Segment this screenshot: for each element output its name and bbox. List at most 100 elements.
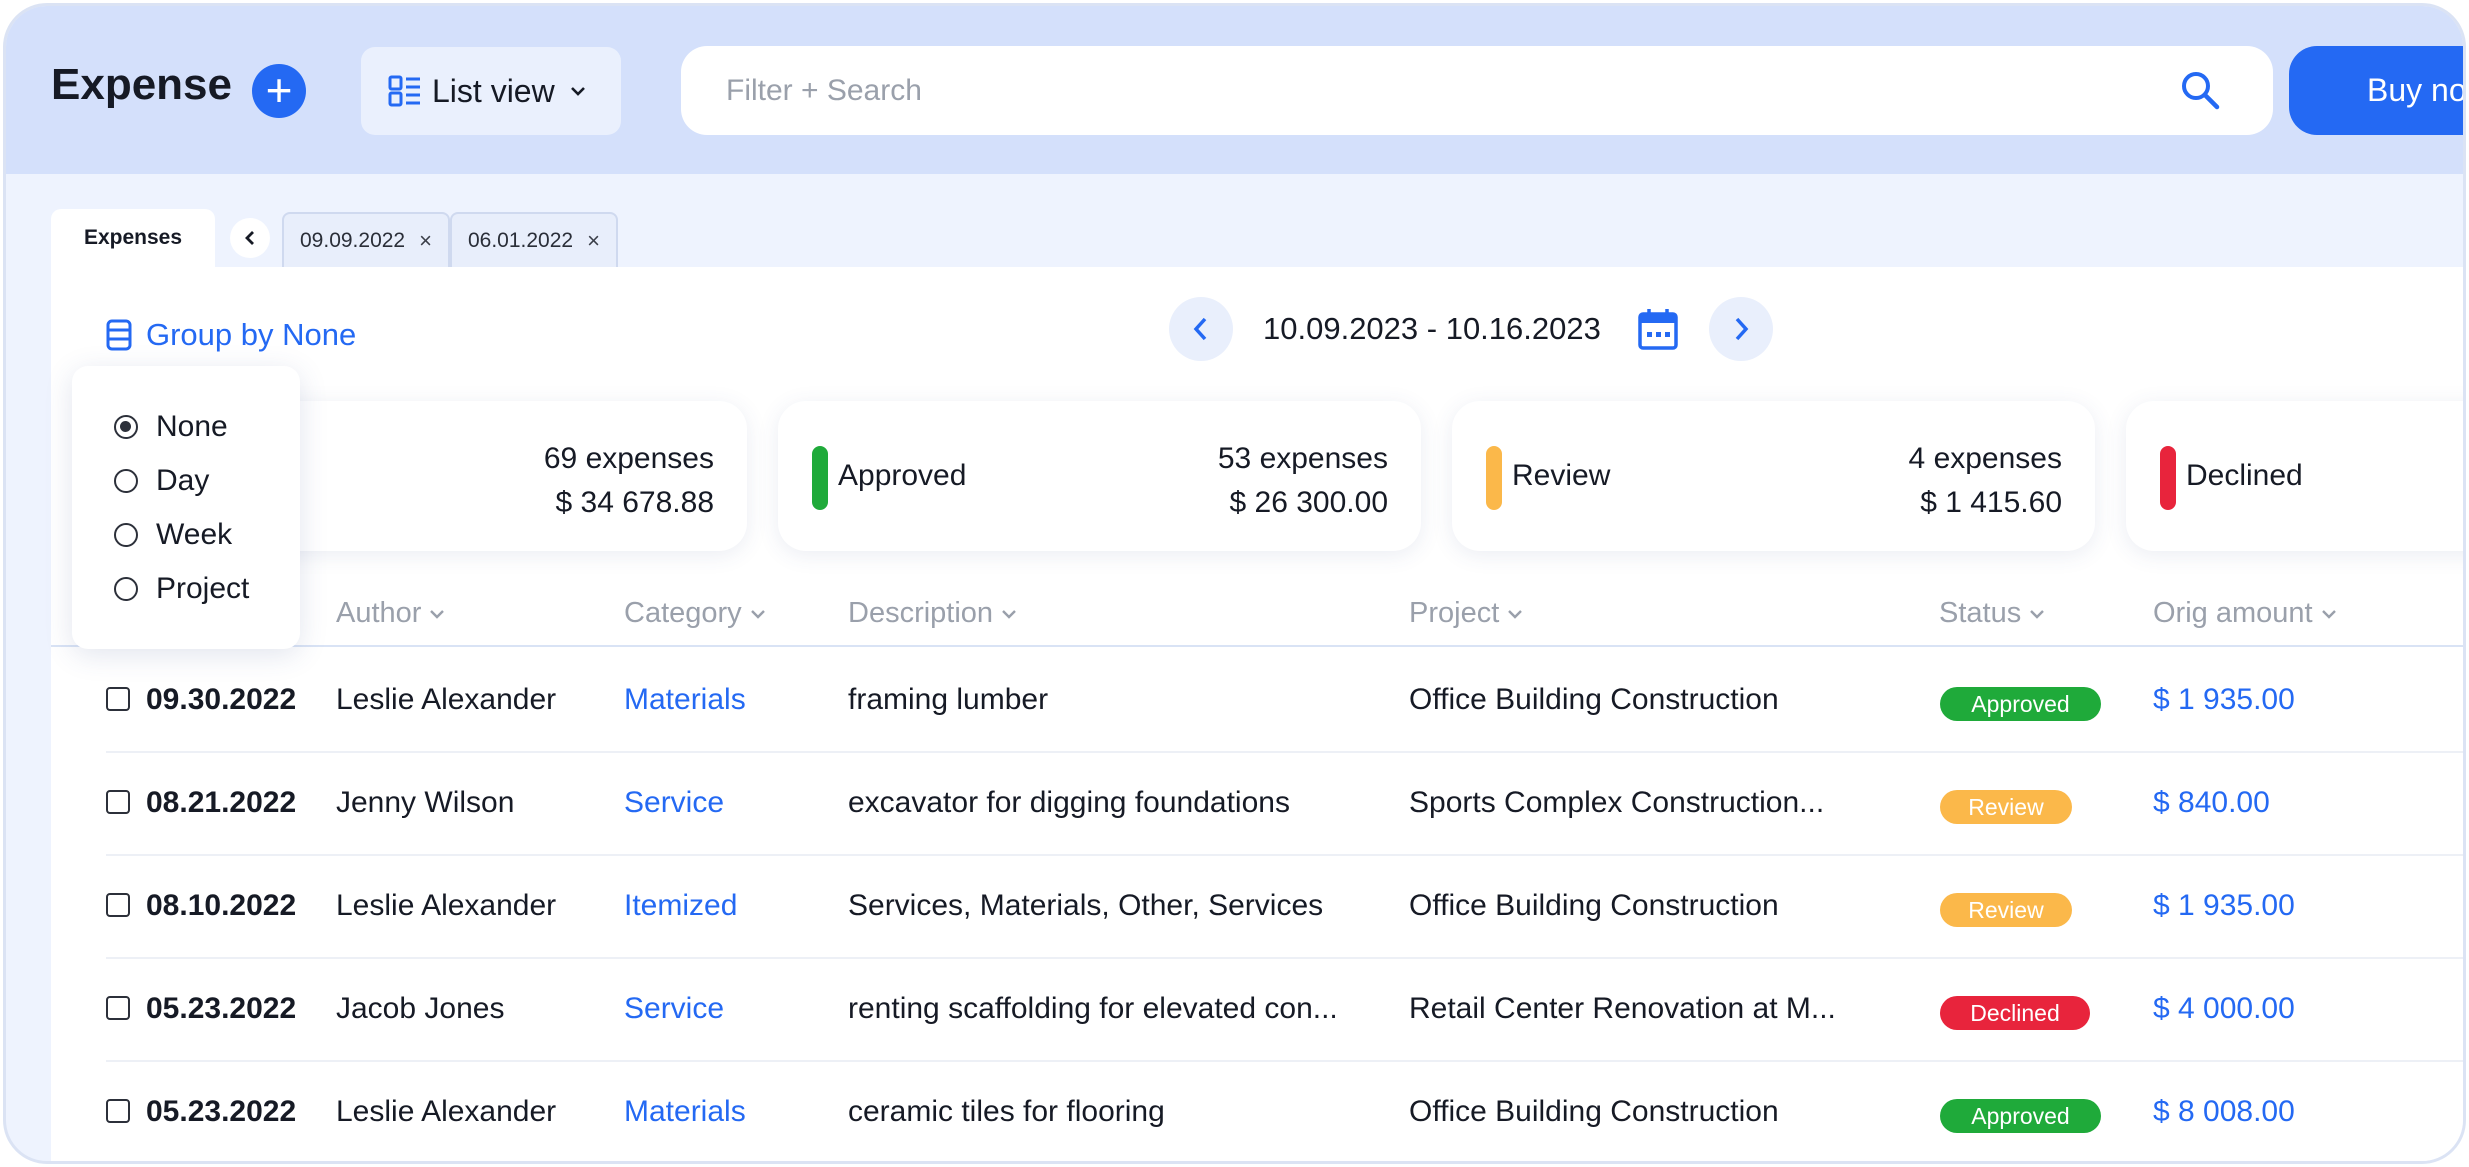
search-icon[interactable] <box>2179 69 2221 111</box>
chevron-left-icon <box>1193 317 1207 341</box>
column-header-orig-amount[interactable]: Orig amount <box>2153 597 2337 630</box>
chevron-left-icon <box>245 231 254 245</box>
row-project: Sports Complex Construction... <box>1409 786 1825 819</box>
table-row[interactable]: 05.23.2022 Jacob Jones Service renting s… <box>106 959 2463 1062</box>
row-author: Jenny Wilson <box>336 786 515 819</box>
tab-expenses[interactable]: Expenses <box>51 209 215 267</box>
column-header-status[interactable]: Status <box>1939 597 2045 630</box>
chevron-down-icon <box>430 609 445 619</box>
card-status-name: Declined <box>2186 459 2303 492</box>
group-by-button[interactable]: Group by None <box>106 317 356 353</box>
card-count: 69 expenses <box>543 442 714 475</box>
row-category[interactable]: Service <box>624 786 724 820</box>
table-row[interactable]: 09.30.2022 Leslie Alexander Materials fr… <box>106 650 2463 753</box>
row-author: Leslie Alexander <box>336 1095 557 1128</box>
status-color-bar <box>812 446 828 510</box>
tab-date-chip[interactable]: 09.09.2022 × <box>282 212 450 267</box>
column-header-description[interactable]: Description <box>848 597 1017 630</box>
option-label: Project <box>156 572 250 605</box>
card-status-name: Review <box>1512 459 1611 492</box>
status-badge: Approved <box>1940 687 2101 721</box>
summary-card-review[interactable]: Review 4 expenses $ 1 415.60 <box>1452 401 2095 551</box>
chevron-right-icon <box>1735 317 1749 341</box>
group-by-label: Group by None <box>146 317 357 352</box>
row-date: 05.23.2022 <box>146 1095 297 1128</box>
row-checkbox[interactable] <box>106 1099 130 1123</box>
row-date: 05.23.2022 <box>146 992 297 1025</box>
stack-icon <box>106 319 132 351</box>
column-header-category[interactable]: Category <box>624 597 766 630</box>
row-author: Jacob Jones <box>336 992 505 1025</box>
row-date: 08.21.2022 <box>146 786 297 819</box>
column-label: Project <box>1409 597 1500 629</box>
table-row[interactable]: 05.23.2022 Leslie Alexander Materials ce… <box>106 1062 2463 1161</box>
status-color-bar <box>2160 446 2176 510</box>
row-amount[interactable]: $ 8 008.00 <box>2153 1095 2295 1129</box>
row-date: 09.30.2022 <box>146 683 297 716</box>
group-option-week[interactable]: Week <box>114 518 232 552</box>
table-row[interactable]: 08.10.2022 Leslie Alexander Itemized Ser… <box>106 856 2463 959</box>
top-bar: Expense + List view B <box>6 6 2463 174</box>
row-checkbox[interactable] <box>106 893 130 917</box>
table-header: Author Category Description Project Stat… <box>51 597 2463 647</box>
chevron-down-icon <box>2030 609 2045 619</box>
status-badge: Review <box>1940 893 2072 927</box>
row-amount[interactable]: $ 1 935.00 <box>2153 683 2295 717</box>
summary-card-approved[interactable]: Approved 53 expenses $ 26 300.00 <box>778 401 1421 551</box>
row-category[interactable]: Materials <box>624 683 746 717</box>
row-checkbox[interactable] <box>106 790 130 814</box>
add-expense-button[interactable]: + <box>252 64 306 118</box>
row-project: Retail Center Renovation at M... <box>1409 992 1836 1025</box>
summary-card-declined[interactable]: Declined <box>2126 401 2463 551</box>
row-amount[interactable]: $ 4 000.00 <box>2153 992 2295 1026</box>
calendar-icon[interactable] <box>1637 307 1679 351</box>
row-description: ceramic tiles for flooring <box>848 1095 1165 1128</box>
row-amount[interactable]: $ 840.00 <box>2153 786 2270 820</box>
status-badge: Review <box>1940 790 2072 824</box>
chevron-down-icon <box>750 609 765 619</box>
list-view-icon <box>388 75 420 107</box>
row-author: Leslie Alexander <box>336 683 557 716</box>
chevron-down-icon <box>1002 609 1016 619</box>
row-category[interactable]: Service <box>624 992 724 1026</box>
column-header-author[interactable]: Author <box>336 597 445 630</box>
row-checkbox[interactable] <box>106 687 130 711</box>
buy-now-button[interactable]: Buy no <box>2289 46 2463 135</box>
close-icon[interactable]: × <box>587 228 600 254</box>
status-badge: Declined <box>1940 996 2090 1030</box>
row-amount[interactable]: $ 1 935.00 <box>2153 889 2295 923</box>
tab-date-chip[interactable]: 06.01.2022 × <box>449 212 618 267</box>
group-option-none[interactable]: None <box>114 410 228 444</box>
search-input[interactable] <box>726 73 2126 108</box>
card-status-name: Approved <box>838 459 967 492</box>
main-panel: Group by None 10.09.2023 - 10.16.2023 69… <box>51 267 2463 1161</box>
view-switcher-label: List view <box>432 72 555 109</box>
table-row[interactable]: 08.21.2022 Jenny Wilson Service excavato… <box>106 753 2463 856</box>
next-period-button[interactable] <box>1708 297 1773 361</box>
page-title: Expense <box>51 60 232 109</box>
column-label: Category <box>624 597 742 629</box>
row-description: framing lumber <box>848 683 1049 716</box>
tab-back-button[interactable] <box>230 218 270 258</box>
row-category[interactable]: Materials <box>624 1095 746 1129</box>
tab-chip-label: 09.09.2022 <box>300 228 406 252</box>
option-label: Day <box>156 464 210 497</box>
group-option-day[interactable]: Day <box>114 464 209 498</box>
group-option-project[interactable]: Project <box>114 572 249 606</box>
chevron-down-icon <box>1508 609 1523 619</box>
radio[interactable] <box>114 523 138 547</box>
close-icon[interactable]: × <box>419 228 432 254</box>
prev-period-button[interactable] <box>1169 297 1233 361</box>
row-category[interactable]: Itemized <box>624 889 737 923</box>
group-by-dropdown: None Day Week Project <box>72 366 300 649</box>
view-switcher-button[interactable]: List view <box>361 47 621 135</box>
radio-selected[interactable] <box>114 415 138 439</box>
radio[interactable] <box>114 577 138 601</box>
chevron-down-icon <box>570 87 585 96</box>
column-header-project[interactable]: Project <box>1409 597 1523 630</box>
column-label: Orig amount <box>2153 597 2313 629</box>
card-count: 53 expenses <box>1217 442 1388 475</box>
radio[interactable] <box>114 469 138 493</box>
card-amount: $ 34 678.88 <box>555 486 714 519</box>
row-checkbox[interactable] <box>106 996 130 1020</box>
